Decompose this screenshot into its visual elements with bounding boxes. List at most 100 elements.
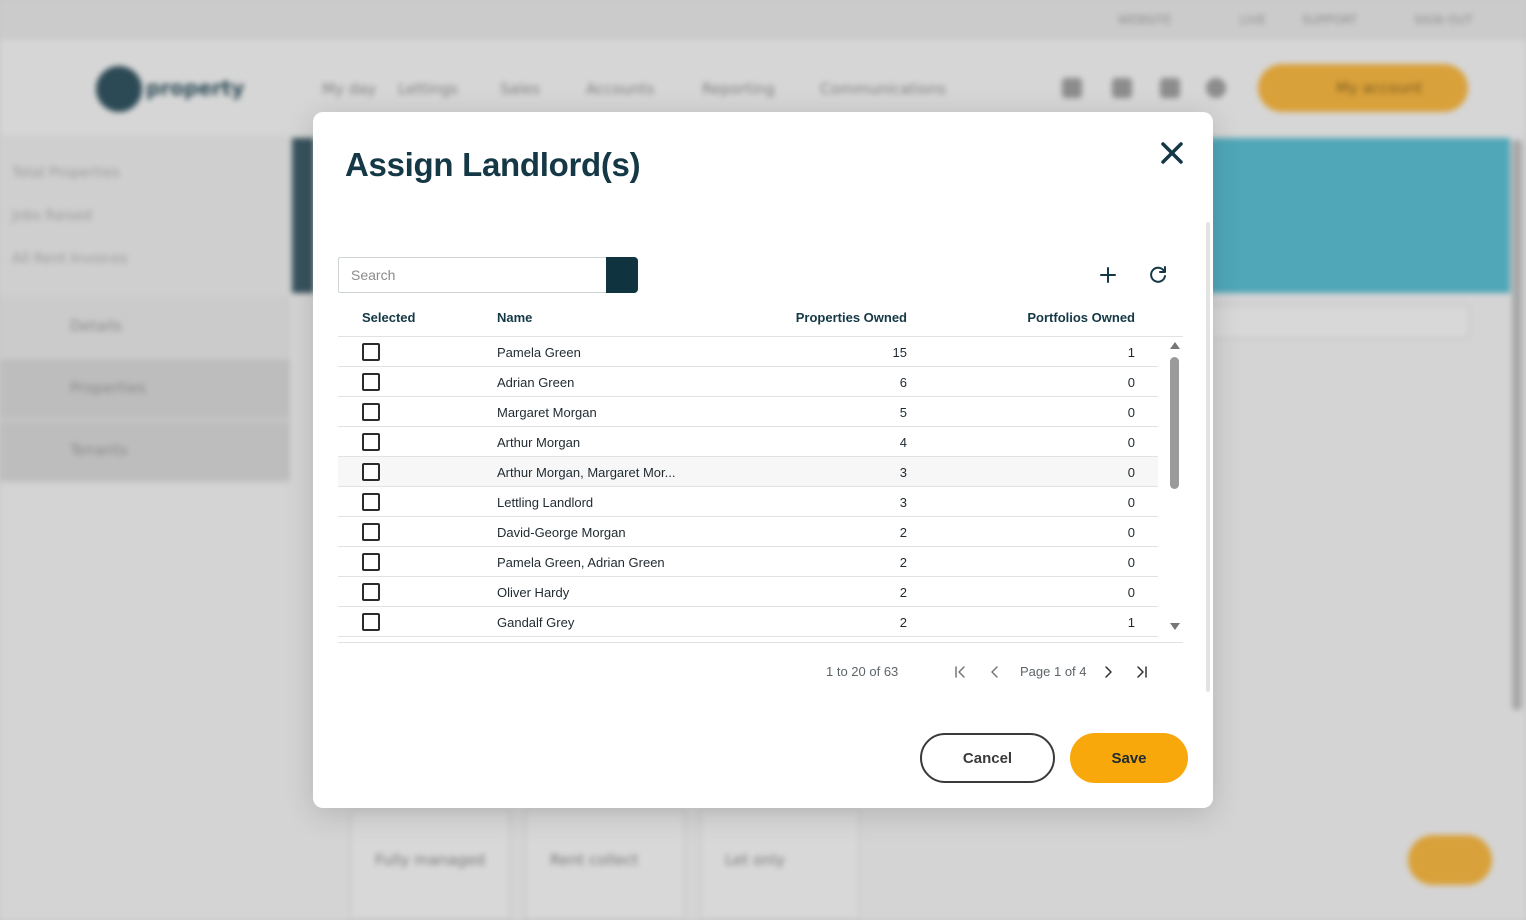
refresh-icon bbox=[1150, 266, 1166, 283]
page-scrollbar bbox=[1512, 140, 1522, 710]
chevron-left-icon bbox=[991, 666, 998, 678]
properties-owned: 5 bbox=[899, 405, 907, 420]
column-header-portfolios-owned[interactable]: Portfolios Owned bbox=[978, 310, 1135, 325]
landlord-name: Gandalf Grey bbox=[497, 615, 575, 630]
top-bar: WEBSITE LIVE SUPPORT SIGN OUT bbox=[0, 0, 1526, 40]
cancel-button[interactable]: Cancel bbox=[920, 733, 1055, 783]
table-row[interactable]: Pamela Green 15 1 bbox=[338, 337, 1158, 367]
last-page-button[interactable] bbox=[1130, 660, 1154, 684]
nav-lettings: Lettings bbox=[398, 80, 459, 98]
banner-strip bbox=[292, 138, 314, 293]
row-checkbox[interactable] bbox=[362, 583, 380, 601]
table-row[interactable]: Arthur Morgan 4 0 bbox=[338, 427, 1158, 457]
top-link-live: LIVE bbox=[1240, 13, 1267, 27]
table-scrollbar[interactable] bbox=[1168, 337, 1182, 637]
first-page-icon bbox=[955, 666, 965, 678]
nav-sales: Sales bbox=[500, 80, 540, 98]
chevron-right-icon bbox=[1105, 666, 1112, 678]
stat-rent-invoices: All Rent Invoices bbox=[12, 251, 128, 267]
logo-text: property bbox=[146, 76, 245, 100]
chat-button bbox=[1408, 835, 1492, 885]
row-checkbox[interactable] bbox=[362, 373, 380, 391]
scroll-up-icon[interactable] bbox=[1170, 342, 1180, 349]
table-row[interactable]: Arthur Morgan, Margaret Mor... 3 0 bbox=[338, 457, 1158, 487]
account-button: My account bbox=[1258, 64, 1468, 112]
portfolios-owned: 0 bbox=[1127, 465, 1135, 480]
grid-icon bbox=[1062, 78, 1082, 98]
landlord-name: Arthur Morgan bbox=[497, 435, 581, 450]
portfolios-owned: 1 bbox=[1127, 615, 1135, 630]
scroll-down-icon[interactable] bbox=[1170, 623, 1180, 630]
landlord-name: Pamela Green bbox=[497, 345, 581, 360]
properties-owned: 6 bbox=[899, 375, 907, 390]
properties-owned: 3 bbox=[899, 465, 907, 480]
last-page-icon bbox=[1137, 666, 1147, 678]
plus-icon bbox=[1100, 267, 1116, 283]
row-count-summary: 1 to 20 of 63 bbox=[826, 664, 899, 679]
properties-owned: 2 bbox=[899, 585, 907, 600]
landlord-name: David-George Morgan bbox=[497, 525, 626, 540]
save-button[interactable]: Save bbox=[1070, 733, 1188, 783]
table-row[interactable]: Pamela Green, Adrian Green 2 0 bbox=[338, 547, 1158, 577]
add-landlord-button[interactable] bbox=[1095, 262, 1121, 288]
top-link-support: SUPPORT bbox=[1302, 13, 1358, 27]
nav-communications: Communications bbox=[820, 80, 947, 98]
search-button[interactable] bbox=[606, 257, 638, 293]
table-row[interactable]: Adrian Green 6 0 bbox=[338, 367, 1158, 397]
close-button[interactable] bbox=[1157, 138, 1187, 168]
portfolios-owned: 0 bbox=[1127, 585, 1135, 600]
card-let-only: Let only bbox=[700, 810, 860, 920]
row-checkbox[interactable] bbox=[362, 343, 380, 361]
row-checkbox[interactable] bbox=[362, 553, 380, 571]
refresh-button[interactable] bbox=[1145, 262, 1171, 288]
landlord-name: Adrian Green bbox=[497, 375, 575, 390]
background-select bbox=[1208, 305, 1470, 339]
card-fully-managed: Fully managed bbox=[350, 810, 510, 920]
nav-accounts: Accounts bbox=[586, 80, 655, 98]
calendar-icon bbox=[1112, 78, 1132, 98]
assign-landlord-modal: Assign Landlord(s) Selected Name Propert… bbox=[313, 112, 1213, 808]
sidebar-item-label: Properties bbox=[70, 379, 146, 397]
row-checkbox[interactable] bbox=[362, 493, 380, 511]
table-row[interactable]: Lettling Landlord 3 0 bbox=[338, 487, 1158, 517]
column-header-selected[interactable]: Selected bbox=[362, 310, 415, 325]
modal-title: Assign Landlord(s) bbox=[345, 146, 641, 183]
column-header-name[interactable]: Name bbox=[497, 310, 532, 325]
table-row[interactable]: Margaret Morgan 5 0 bbox=[338, 397, 1158, 427]
card-title: Rent collect bbox=[550, 851, 639, 869]
column-header-properties-owned[interactable]: Properties Owned bbox=[768, 310, 907, 325]
row-checkbox[interactable] bbox=[362, 403, 380, 421]
modal-scrollbar[interactable] bbox=[1206, 222, 1210, 692]
previous-page-button[interactable] bbox=[983, 660, 1007, 684]
properties-owned: 15 bbox=[892, 345, 907, 360]
card-rent-collect: Rent collect bbox=[525, 810, 685, 920]
table-footer-divider bbox=[338, 642, 1183, 643]
portfolios-owned: 1 bbox=[1127, 345, 1135, 360]
search-bar bbox=[338, 257, 638, 293]
landlord-name: Arthur Morgan, Margaret Mor... bbox=[497, 465, 676, 480]
row-checkbox[interactable] bbox=[362, 613, 380, 631]
first-page-button[interactable] bbox=[948, 660, 972, 684]
portfolios-owned: 0 bbox=[1127, 525, 1135, 540]
row-checkbox[interactable] bbox=[362, 433, 380, 451]
search-icon bbox=[1206, 78, 1226, 98]
table-row[interactable]: Oliver Hardy 2 0 bbox=[338, 577, 1158, 607]
table-header: Selected Name Properties Owned Portfolio… bbox=[338, 302, 1183, 337]
table-body: Pamela Green 15 1 Adrian Green 6 0 Marga… bbox=[338, 337, 1158, 637]
search-input[interactable] bbox=[338, 257, 608, 293]
portfolios-owned: 0 bbox=[1127, 555, 1135, 570]
page-indicator: Page 1 of 4 bbox=[1020, 664, 1087, 679]
nav-reporting: Reporting bbox=[702, 80, 775, 98]
sidebar-item-details: Details bbox=[0, 297, 290, 357]
sidebar-item-tenants: Tenants bbox=[0, 421, 290, 481]
landlord-name: Oliver Hardy bbox=[497, 585, 570, 600]
next-page-button[interactable] bbox=[1096, 660, 1120, 684]
table-row[interactable]: Gandalf Grey 2 1 bbox=[338, 607, 1158, 637]
scrollbar-thumb[interactable] bbox=[1170, 357, 1179, 489]
row-checkbox[interactable] bbox=[362, 463, 380, 481]
portfolios-owned: 0 bbox=[1127, 375, 1135, 390]
table-row[interactable]: David-George Morgan 2 0 bbox=[338, 517, 1158, 547]
portfolios-owned: 0 bbox=[1127, 435, 1135, 450]
sidebar: Total Properties Jobs Raised All Rent In… bbox=[0, 135, 290, 485]
row-checkbox[interactable] bbox=[362, 523, 380, 541]
